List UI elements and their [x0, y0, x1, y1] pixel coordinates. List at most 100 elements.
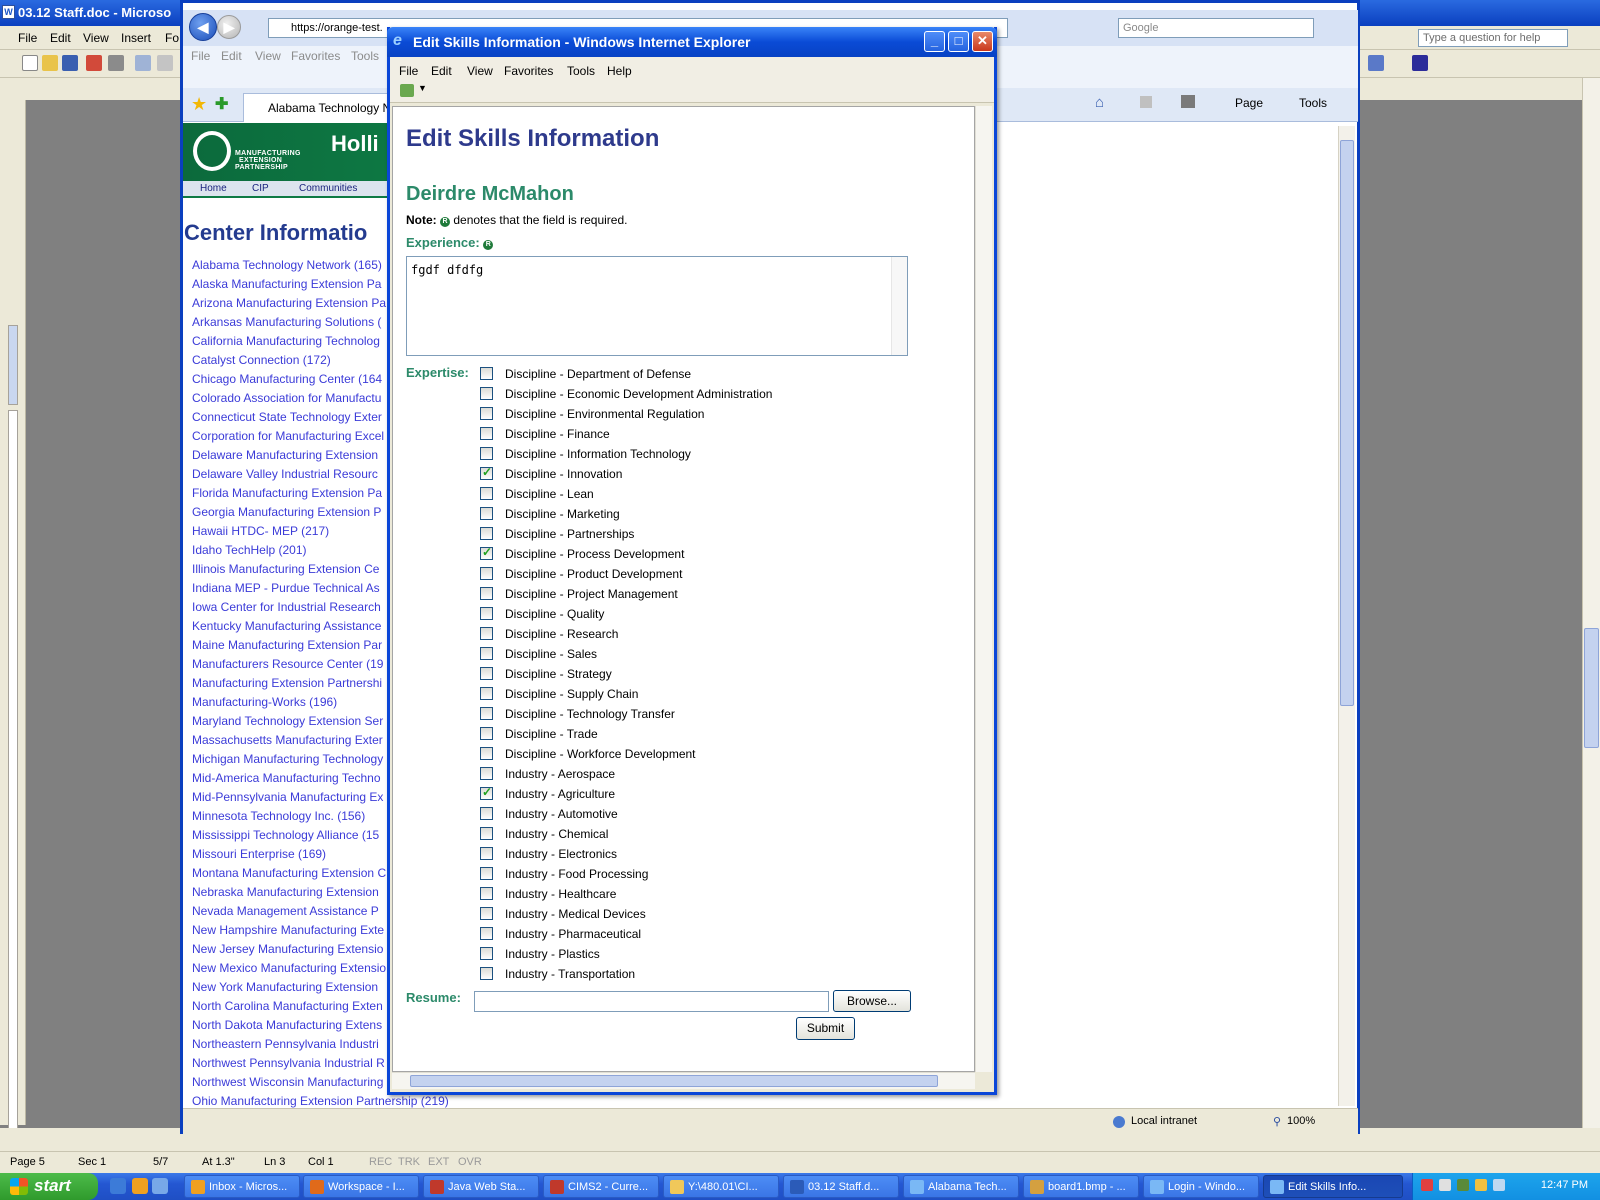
skill-label[interactable]: Discipline - Process Development — [505, 547, 684, 561]
popup-menu-help[interactable]: Help — [607, 64, 632, 78]
tray-icon[interactable] — [1457, 1179, 1469, 1191]
home-icon[interactable]: ⌂ — [1095, 94, 1104, 111]
translate-icon[interactable] — [400, 84, 414, 97]
skill-label[interactable]: Industry - Healthcare — [505, 887, 616, 901]
word-vertical-scrollbar[interactable] — [1582, 78, 1600, 1128]
skill-checkbox[interactable] — [480, 807, 493, 820]
skill-checkbox[interactable] — [480, 847, 493, 860]
skill-checkbox[interactable] — [480, 407, 493, 420]
page-menu[interactable]: Page — [1235, 96, 1263, 110]
taskbar-button[interactable]: Alabama Tech... — [903, 1175, 1019, 1198]
browse-button[interactable]: Browse... — [833, 990, 911, 1012]
skill-label[interactable]: Industry - Electronics — [505, 847, 617, 861]
popup-menu-edit[interactable]: Edit — [431, 64, 452, 78]
print-icon[interactable] — [108, 55, 124, 71]
permission-icon[interactable] — [86, 55, 102, 71]
spelling-icon[interactable] — [157, 55, 173, 71]
print-icon[interactable] — [1181, 95, 1195, 108]
word-menu-view[interactable]: View — [83, 31, 109, 45]
popup-vertical-scrollbar[interactable] — [975, 106, 992, 1072]
skill-checkbox[interactable] — [480, 487, 493, 500]
back-arrow-icon[interactable]: ◀ — [189, 13, 217, 41]
popup-menu-file[interactable]: File — [399, 64, 418, 78]
skill-checkbox[interactable] — [480, 727, 493, 740]
taskbar-button[interactable]: Inbox - Micros... — [184, 1175, 300, 1198]
skill-label[interactable]: Industry - Aerospace — [505, 767, 615, 781]
textarea-scrollbar[interactable] — [891, 257, 907, 355]
skill-checkbox[interactable] — [480, 627, 493, 640]
taskbar-button[interactable]: Y:\480.01\CI... — [663, 1175, 779, 1198]
skill-label[interactable]: Discipline - Workforce Development — [505, 747, 696, 761]
browser-menu-file[interactable]: File — [191, 49, 210, 63]
network-icon[interactable] — [1493, 1179, 1505, 1191]
skill-checkbox[interactable] — [480, 707, 493, 720]
tray-icon[interactable] — [1421, 1179, 1433, 1191]
skill-checkbox[interactable] — [480, 767, 493, 780]
skill-checkbox[interactable] — [480, 465, 493, 480]
skill-label[interactable]: Discipline - Research — [505, 627, 618, 641]
chevron-down-icon[interactable]: ▼ — [418, 83, 427, 93]
start-button[interactable]: start — [0, 1173, 98, 1200]
word-scroll-thumb[interactable] — [1584, 628, 1599, 748]
site-nav-communities[interactable]: Communities — [299, 183, 357, 194]
popup-menu-favorites[interactable]: Favorites — [504, 64, 553, 78]
tools-menu[interactable]: Tools — [1299, 96, 1327, 110]
zoom-level[interactable]: 100% — [1287, 1115, 1315, 1127]
feeds-icon[interactable] — [1140, 96, 1152, 108]
maximize-button[interactable]: □ — [948, 31, 969, 52]
desktop-quicklaunch-icon[interactable] — [152, 1178, 168, 1194]
status-ext[interactable]: EXT — [428, 1156, 449, 1168]
popup-hscroll-thumb[interactable] — [410, 1075, 938, 1087]
skill-checkbox[interactable] — [480, 387, 493, 400]
skill-label[interactable]: Discipline - Quality — [505, 607, 604, 621]
skill-label[interactable]: Industry - Plastics — [505, 947, 600, 961]
browser-menu-view[interactable]: View — [255, 49, 281, 63]
skill-label[interactable]: Discipline - Information Technology — [505, 447, 691, 461]
skill-checkbox[interactable] — [480, 867, 493, 880]
open-folder-icon[interactable] — [42, 55, 58, 71]
ie-quicklaunch-icon[interactable] — [110, 1178, 126, 1194]
taskbar-button[interactable]: Edit Skills Info... — [1263, 1175, 1403, 1198]
status-trk[interactable]: TRK — [398, 1156, 420, 1168]
word-menu-format[interactable]: Fo — [165, 31, 179, 45]
site-nav-home[interactable]: Home — [200, 183, 227, 194]
status-rec[interactable]: REC — [369, 1156, 392, 1168]
search-input[interactable]: Google — [1118, 18, 1314, 38]
skill-label[interactable]: Discipline - Partnerships — [505, 527, 634, 541]
word-menu-file[interactable]: File — [18, 31, 37, 45]
skill-checkbox[interactable] — [480, 907, 493, 920]
browser-menu-edit[interactable]: Edit — [221, 49, 242, 63]
submit-button[interactable]: Submit — [796, 1017, 855, 1040]
skill-checkbox[interactable] — [480, 527, 493, 540]
skill-checkbox[interactable] — [480, 427, 493, 440]
skill-label[interactable]: Industry - Medical Devices — [505, 907, 646, 921]
close-button[interactable]: ✕ — [972, 31, 993, 52]
browser-menu-favorites[interactable]: Favorites — [291, 49, 340, 63]
browser-vertical-scrollbar[interactable] — [1338, 126, 1355, 1106]
taskbar-button[interactable]: Java Web Sta... — [423, 1175, 539, 1198]
status-ovr[interactable]: OVR — [458, 1156, 482, 1168]
skill-checkbox[interactable] — [480, 545, 493, 560]
skill-checkbox[interactable] — [480, 667, 493, 680]
save-icon[interactable] — [62, 55, 78, 71]
skill-label[interactable]: Discipline - Economic Development Admini… — [505, 387, 772, 401]
tray-icon[interactable] — [1475, 1179, 1487, 1191]
new-document-icon[interactable] — [22, 55, 38, 71]
font-color-icon[interactable] — [1412, 55, 1428, 71]
tray-icon[interactable] — [1439, 1179, 1451, 1191]
skill-checkbox[interactable] — [480, 947, 493, 960]
taskbar-button[interactable]: 03.12 Staff.d... — [783, 1175, 899, 1198]
skill-label[interactable]: Discipline - Lean — [505, 487, 594, 501]
skill-label[interactable]: Discipline - Technology Transfer — [505, 707, 675, 721]
skill-checkbox[interactable] — [480, 567, 493, 580]
skill-label[interactable]: Discipline - Innovation — [505, 467, 622, 481]
forward-arrow-icon[interactable]: ▶ — [217, 15, 241, 39]
skill-label[interactable]: Industry - Automotive — [505, 807, 618, 821]
skill-checkbox[interactable] — [480, 587, 493, 600]
skill-label[interactable]: Discipline - Trade — [505, 727, 598, 741]
skill-label[interactable]: Discipline - Sales — [505, 647, 597, 661]
favorites-star-icon[interactable]: ★ — [191, 94, 207, 115]
skill-checkbox[interactable] — [480, 967, 493, 980]
skill-label[interactable]: Industry - Food Processing — [505, 867, 648, 881]
minimize-button[interactable]: _ — [924, 31, 945, 52]
